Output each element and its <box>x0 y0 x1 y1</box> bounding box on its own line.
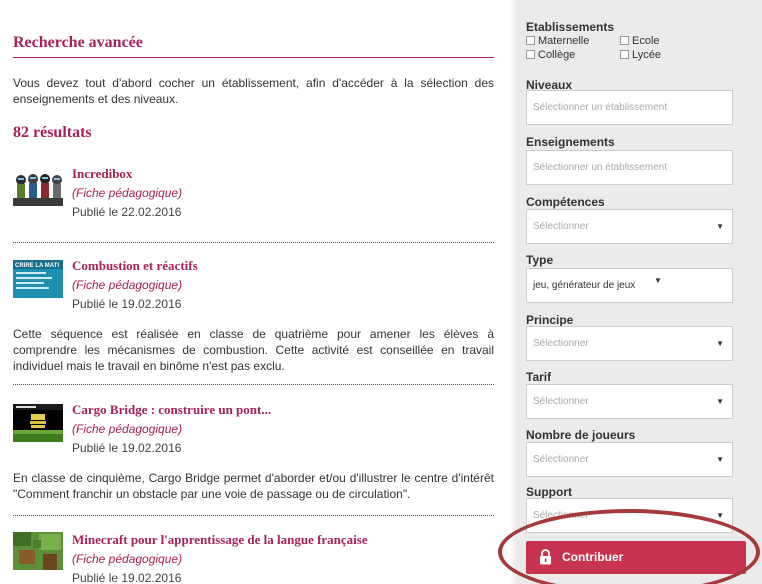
lock-icon <box>540 549 551 565</box>
result-title-link[interactable]: Cargo Bridge : construire un pont... <box>72 402 271 418</box>
result-type: (Fiche pédagogique) <box>72 186 183 200</box>
result-divider <box>13 515 494 516</box>
filter-label-principe: Principe <box>526 313 574 327</box>
result-date: Publié le 19.02.2016 <box>72 297 182 311</box>
checkbox-box[interactable] <box>620 50 629 59</box>
checkbox-maternelle[interactable]: Maternelle <box>526 35 589 47</box>
result-type: (Fiche pédagogique) <box>72 422 183 436</box>
competences-select[interactable]: Sélectionner ▼ <box>526 209 733 244</box>
caret-down-icon: ▼ <box>654 276 662 285</box>
checkbox-box[interactable] <box>526 50 535 59</box>
competences-placeholder: Sélectionner <box>533 221 589 232</box>
caret-down-icon: ▼ <box>716 455 724 464</box>
joueurs-select[interactable]: Sélectionner ▼ <box>526 442 733 477</box>
type-select[interactable]: jeu, générateur de jeux ▼ <box>526 268 733 303</box>
result-title-link[interactable]: Minecraft pour l'apprentissage de la lan… <box>72 532 368 548</box>
principe-select[interactable]: Sélectionner ▼ <box>526 326 733 361</box>
search-results-panel: Recherche avancée Vous devez tout d'abor… <box>0 0 508 584</box>
result-date: Publié le 22.02.2016 <box>72 205 182 219</box>
contribute-button[interactable]: Contribuer <box>526 541 746 574</box>
filter-label-type: Type <box>526 253 554 267</box>
result-thumbnail-text: CRIRE LA MATI <box>15 263 59 269</box>
result-divider <box>13 242 494 243</box>
result-thumbnail-combustion[interactable]: CRIRE LA MATI <box>13 260 63 298</box>
checkbox-label: Lycée <box>632 49 661 61</box>
type-value: jeu, générateur de jeux <box>533 280 636 291</box>
niveaux-select[interactable]: Sélectionner un établissement <box>526 90 733 125</box>
caret-down-icon: ▼ <box>716 511 724 520</box>
result-type: (Fiche pédagogique) <box>72 278 183 292</box>
support-placeholder: Sélectionner <box>533 510 589 521</box>
result-date: Publié le 19.02.2016 <box>72 441 182 455</box>
filter-label-tarif: Tarif <box>526 370 552 384</box>
result-thumbnail-minecraft[interactable] <box>13 532 63 570</box>
principe-placeholder: Sélectionner <box>533 338 589 349</box>
checkbox-college[interactable]: Collège <box>526 49 575 61</box>
result-title-link[interactable]: Combustion et réactifs <box>72 258 198 274</box>
checkbox-label: Collège <box>538 49 576 61</box>
niveaux-placeholder: Sélectionner un établissement <box>533 102 667 113</box>
tarif-placeholder: Sélectionner <box>533 396 589 407</box>
support-select[interactable]: Sélectionner ▼ <box>526 498 733 533</box>
contribute-label: Contribuer <box>562 550 624 564</box>
joueurs-placeholder: Sélectionner <box>533 454 589 465</box>
checkbox-ecole[interactable]: Ecole <box>620 35 660 47</box>
checkbox-lycee[interactable]: Lycée <box>620 49 661 61</box>
checkbox-label: Ecole <box>632 35 660 47</box>
result-thumbnail-cargo-bridge[interactable] <box>13 404 63 442</box>
result-divider <box>13 384 494 385</box>
enseignements-select[interactable]: Sélectionner un établissement <box>526 150 733 185</box>
result-type: (Fiche pédagogique) <box>72 552 183 566</box>
results-count: 82 résultats <box>13 124 92 141</box>
filter-label-enseignements: Enseignements <box>526 135 615 149</box>
caret-down-icon: ▼ <box>716 339 724 348</box>
title-divider <box>13 57 494 58</box>
filter-label-nombre-de-joueurs: Nombre de joueurs <box>526 428 636 442</box>
checkbox-box[interactable] <box>620 36 629 45</box>
caret-down-icon: ▼ <box>716 397 724 406</box>
intro-text: Vous devez tout d'abord cocher un établi… <box>13 76 494 106</box>
page-title: Recherche avancée <box>13 34 143 51</box>
filter-sidebar: Etablissements Maternelle Ecole Collège … <box>510 0 762 584</box>
result-date: Publié le 19.02.2016 <box>72 571 182 584</box>
result-title-link[interactable]: Incredibox <box>72 166 132 182</box>
checkbox-label: Maternelle <box>538 35 590 47</box>
enseignements-placeholder: Sélectionner un établissement <box>533 162 667 173</box>
filter-label-competences: Compétences <box>526 195 605 209</box>
tarif-select[interactable]: Sélectionner ▼ <box>526 384 733 419</box>
result-description: En classe de cinquième, Cargo Bridge per… <box>13 471 494 501</box>
filter-label-etablissements: Etablissements <box>526 20 615 34</box>
filter-label-support: Support <box>526 485 572 499</box>
checkbox-box[interactable] <box>526 36 535 45</box>
result-description: Cette séquence est réalisée en classe de… <box>13 327 494 373</box>
caret-down-icon: ▼ <box>716 222 724 231</box>
result-thumbnail-incredibox[interactable] <box>13 168 63 206</box>
